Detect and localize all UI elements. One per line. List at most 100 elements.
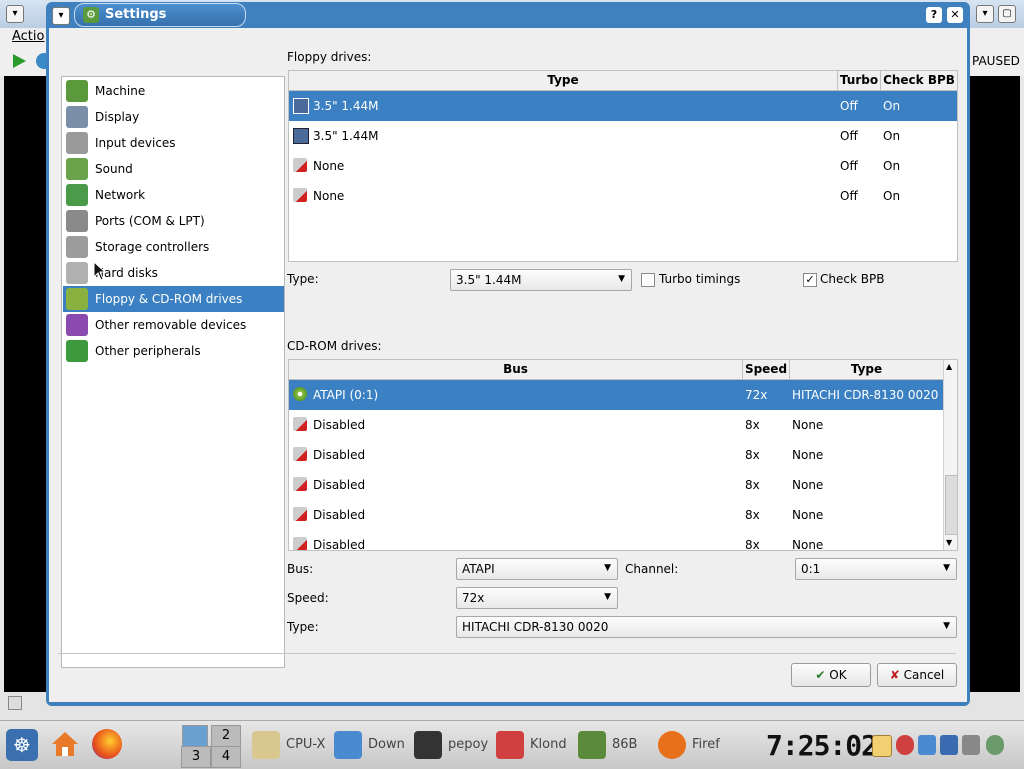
pager-desktop-1-icon[interactable] (182, 725, 208, 747)
menu-action[interactable]: Actio (12, 29, 44, 44)
check-bpb-checkbox[interactable]: ✓ (803, 273, 817, 287)
taskbar-task[interactable]: CPU-X (252, 727, 328, 761)
minimize-icon[interactable]: ▾ (976, 5, 994, 23)
taskbar-task[interactable]: Down (334, 727, 410, 761)
cdrom-scrollbar[interactable]: ▲ ▼ (943, 360, 957, 550)
tray-network-icon[interactable] (896, 735, 914, 755)
table-row[interactable]: Disabled 8x None (289, 470, 943, 500)
maximize-icon[interactable]: ▢ (998, 5, 1016, 23)
check-bpb-label: Check BPB (820, 272, 885, 286)
tray-k-icon[interactable] (872, 735, 892, 757)
category-item[interactable]: Floppy & CD-ROM drives (63, 286, 284, 312)
scroll-down-icon[interactable]: ▼ (946, 538, 952, 547)
cdrom-cell-type: None (792, 448, 824, 462)
play-icon[interactable] (10, 52, 28, 70)
floppy-col-bpb[interactable]: Check BPB (881, 71, 957, 91)
dialog-menu-icon[interactable]: ▾ (52, 7, 70, 25)
cdrom-type-label: Type: (287, 620, 319, 634)
cancel-button[interactable]: ✘ Cancel (877, 663, 957, 687)
ok-button[interactable]: ✔ OK (791, 663, 871, 687)
floppy-cell-type: None (313, 159, 345, 173)
removable-devices-icon (66, 314, 88, 336)
floppy-table: Type Turbo Check BPB 3.5" 1.44M Off On 3.5"… (288, 70, 958, 262)
category-item[interactable]: Storage controllers (63, 234, 284, 260)
category-item[interactable]: Machine (63, 78, 284, 104)
cdrom-type-value: HITACHI CDR-8130 0020 (462, 620, 609, 634)
floppy-type-combo[interactable]: 3.5" 1.44M ▼ (450, 269, 632, 291)
pager-desktop-2[interactable]: 2 (211, 725, 241, 747)
tray-notify-icon[interactable] (918, 735, 936, 755)
category-label: Input devices (95, 136, 176, 150)
category-item[interactable]: Input devices (63, 130, 284, 156)
cdrom-cell-type: None (792, 508, 824, 522)
table-row[interactable]: Disabled 8x None (289, 530, 943, 550)
cdrom-section-label: CD-ROM drives: (287, 339, 382, 353)
settings-dialog: ▾ ⚙ Settings ? ✕ Machine Display Input dev… (46, 2, 970, 706)
taskbar-task[interactable]: pepoy (414, 727, 490, 761)
category-list: Machine Display Input devices Sound Network P… (61, 76, 285, 668)
table-row[interactable]: None Off On (289, 181, 957, 211)
start-menu-icon[interactable]: ☸ (6, 729, 38, 761)
cdrom-col-bus[interactable]: Bus (289, 360, 743, 380)
table-row[interactable]: Disabled 8x None (289, 500, 943, 530)
cdrom-bus-combo[interactable]: ATAPI ▼ (456, 558, 618, 580)
table-row[interactable]: ATAPI (0:1) 72x HITACHI CDR-8130 0020 (289, 380, 943, 410)
floppy-disk-icon (293, 128, 309, 144)
disabled-drive-icon (293, 507, 307, 521)
taskbar-task[interactable]: Firef (658, 727, 734, 761)
cdrom-bus-label: Bus: (287, 562, 314, 576)
window-menu-icon[interactable]: ▾ (6, 5, 24, 23)
sound-icon (66, 158, 88, 180)
toolbar-icon[interactable] (36, 53, 46, 69)
cdrom-type-combo[interactable]: HITACHI CDR-8130 0020 ▼ (456, 616, 957, 638)
dialog-title-tab: ⚙ Settings (74, 3, 246, 27)
home-icon[interactable] (50, 729, 80, 759)
firefox-launcher-icon[interactable] (92, 729, 122, 759)
table-row[interactable]: Disabled 8x None (289, 410, 943, 440)
terminal-icon (414, 731, 442, 759)
cdrom-speed-combo[interactable]: 72x ▼ (456, 587, 618, 609)
cdrom-cell-type: None (792, 418, 824, 432)
clock[interactable]: 7:25:02 (766, 729, 878, 762)
category-item[interactable]: Other peripherals (63, 338, 284, 364)
category-item[interactable]: Ports (COM & LPT) (63, 208, 284, 234)
chevron-down-icon: ▼ (604, 563, 611, 573)
category-item[interactable]: Display (63, 104, 284, 130)
cdrom-cell-type: None (792, 478, 824, 492)
pager-desktop-3[interactable]: 3 (181, 746, 211, 768)
cdrom-cell-speed: 8x (745, 508, 760, 522)
table-row[interactable]: 3.5" 1.44M Off On (289, 121, 957, 151)
scroll-up-icon[interactable]: ▲ (946, 362, 952, 371)
category-item[interactable]: Other removable devices (63, 312, 284, 338)
cdrom-col-speed[interactable]: Speed (743, 360, 790, 380)
cdrom-col-type[interactable]: Type (790, 360, 944, 380)
chevron-down-icon: ▼ (618, 274, 625, 284)
klondike-icon (496, 731, 524, 759)
cdrom-channel-combo[interactable]: 0:1 ▼ (795, 558, 957, 580)
taskbar-task-label: 86B (612, 737, 638, 752)
ok-label: OK (829, 668, 847, 682)
cdrom-cell-speed: 72x (745, 388, 768, 402)
close-icon[interactable]: ✕ (947, 7, 963, 23)
category-item[interactable]: Sound (63, 156, 284, 182)
pager-desktop-4[interactable]: 4 (211, 746, 241, 768)
floppy-cell-type: None (313, 189, 345, 203)
disabled-drive-icon (293, 447, 307, 461)
tray-display-icon[interactable] (940, 735, 958, 755)
table-row[interactable]: None Off On (289, 151, 957, 181)
scroll-thumb[interactable] (945, 475, 957, 535)
disabled-drive-icon (293, 188, 307, 202)
taskbar-task[interactable]: Klond (496, 727, 572, 761)
category-item[interactable]: Network (63, 182, 284, 208)
turbo-timings-checkbox[interactable] (641, 273, 655, 287)
table-row[interactable]: Disabled 8x None (289, 440, 943, 470)
tray-status-icon[interactable] (986, 735, 1004, 755)
floppy-col-type[interactable]: Type (289, 71, 838, 91)
tray-volume-icon[interactable] (962, 735, 980, 755)
help-icon[interactable]: ? (926, 7, 942, 23)
cdrom-channel-label: Channel: (625, 562, 679, 576)
floppy-col-turbo[interactable]: Turbo (838, 71, 881, 91)
separator (58, 653, 956, 654)
taskbar-task[interactable]: 86B (578, 727, 654, 761)
table-row[interactable]: 3.5" 1.44M Off On (289, 91, 957, 121)
